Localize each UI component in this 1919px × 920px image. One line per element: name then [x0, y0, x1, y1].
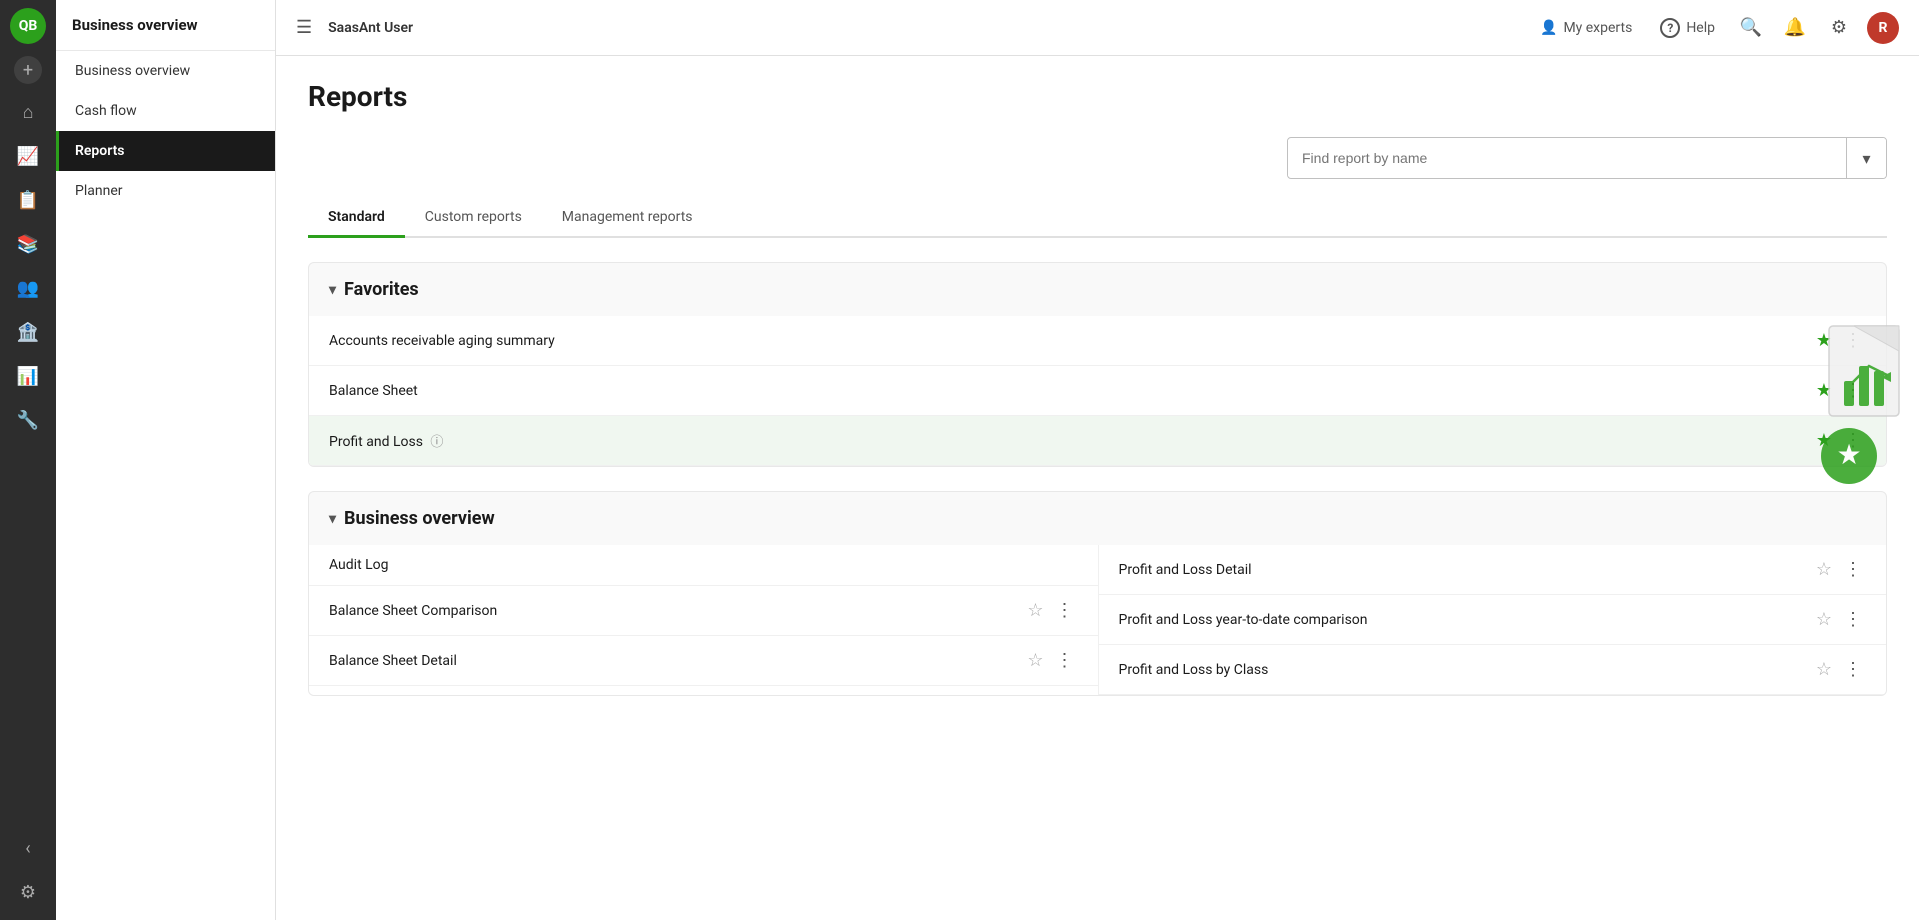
list-item[interactable]: Profit and Loss year-to-date comparison … — [1099, 595, 1887, 645]
tools-icon[interactable]: 🔧 — [8, 400, 48, 440]
star-empty-icon[interactable]: ☆ — [1816, 559, 1832, 580]
business-overview-header[interactable]: ▾ Business overview — [309, 492, 1886, 545]
more-options-icon[interactable]: ⋮ — [1840, 428, 1866, 453]
list-item[interactable]: Profit and Loss by Class ☆ ⋮ — [1099, 645, 1887, 695]
tab-standard[interactable]: Standard — [308, 199, 405, 238]
star-filled-icon[interactable]: ★ — [1816, 380, 1832, 401]
report-name: Profit and Loss by Class — [1119, 662, 1816, 678]
help-button[interactable]: ? Help — [1652, 14, 1723, 42]
chart-icon[interactable]: 📈 — [8, 136, 48, 176]
more-options-icon[interactable]: ⋮ — [1052, 598, 1078, 623]
icon-rail: QB + ⌂ 📈 📋 📚 👥 🏦 📊 🔧 ‹ ⚙ — [0, 0, 56, 920]
favorites-header[interactable]: ▾ Favorites — [309, 263, 1886, 316]
notification-icon[interactable]: 🔔 — [1779, 12, 1811, 44]
sidebar-item-reports[interactable]: Reports — [56, 131, 275, 171]
right-report-list: Profit and Loss Detail ☆ ⋮ Profit and Lo… — [1098, 545, 1887, 695]
report-name: Audit Log — [329, 557, 1078, 573]
sidebar: Business overview Business overview Cash… — [56, 0, 276, 920]
bank-icon[interactable]: 🏦 — [8, 312, 48, 352]
report-columns: Audit Log Balance Sheet Comparison ☆ ⋮ B… — [309, 545, 1886, 695]
menu-hamburger-icon[interactable]: ☰ — [296, 17, 312, 38]
settings-icon[interactable]: ⚙ — [8, 872, 48, 912]
report-name: Balance Sheet — [329, 383, 1816, 399]
report-name: Balance Sheet Detail — [329, 653, 1027, 669]
list-item[interactable]: Balance Sheet ★ ⋮ — [309, 366, 1886, 416]
my-experts-button[interactable]: 👤 My experts — [1532, 16, 1640, 40]
favorites-chevron-icon: ▾ — [329, 282, 336, 298]
book-icon[interactable]: 📚 — [8, 224, 48, 264]
sidebar-header: Business overview — [56, 0, 275, 51]
favorites-body: Accounts receivable aging summary ★ ⋮ Ba… — [309, 316, 1886, 466]
search-row: ▾ — [308, 137, 1887, 179]
report-name: Accounts receivable aging summary — [329, 333, 1816, 349]
collapse-icon[interactable]: ‹ — [8, 828, 48, 868]
list-item[interactable]: Audit Log — [309, 545, 1098, 586]
star-empty-icon[interactable]: ☆ — [1027, 600, 1043, 621]
info-icon[interactable]: ⓘ — [430, 435, 443, 450]
search-input[interactable] — [1288, 140, 1846, 176]
left-report-list: Audit Log Balance Sheet Comparison ☆ ⋮ B… — [309, 545, 1098, 695]
topbar: ☰ SaasAnt User 👤 My experts ? Help 🔍 🔔 ⚙… — [276, 0, 1919, 56]
report-name: Profit and Loss year-to-date comparison — [1119, 612, 1816, 628]
content-area: Reports ▾ Standard Custom reports Manage… — [276, 56, 1919, 920]
tabs: Standard Custom reports Management repor… — [308, 199, 1887, 238]
page-title: Reports — [308, 80, 1887, 113]
person-icon: 👤 — [1540, 20, 1557, 36]
star-empty-icon[interactable]: ☆ — [1816, 659, 1832, 680]
search-box: ▾ — [1287, 137, 1887, 179]
gear-settings-icon[interactable]: ⚙ — [1823, 12, 1855, 44]
report-name: Profit and Loss ⓘ — [329, 431, 1816, 450]
more-options-icon[interactable]: ⋮ — [1840, 557, 1866, 582]
business-overview-section: ▾ Business overview Audit Log Balance Sh… — [308, 491, 1887, 696]
sidebar-item-cash-flow[interactable]: Cash flow — [56, 91, 275, 131]
help-label: Help — [1686, 20, 1715, 36]
sidebar-item-business-overview[interactable]: Business overview — [56, 51, 275, 91]
star-empty-icon[interactable]: ☆ — [1027, 650, 1043, 671]
business-overview-body: Audit Log Balance Sheet Comparison ☆ ⋮ B… — [309, 545, 1886, 695]
list-item[interactable]: Balance Sheet Comparison ☆ ⋮ — [309, 586, 1098, 636]
business-overview-chevron-icon: ▾ — [329, 511, 336, 527]
qb-logo[interactable]: QB — [10, 8, 46, 44]
star-empty-icon[interactable]: ☆ — [1816, 609, 1832, 630]
list-item[interactable]: Balance Sheet Detail ☆ ⋮ — [309, 636, 1098, 686]
reports-icon[interactable]: 📊 — [8, 356, 48, 396]
topbar-username: SaasAnt User — [328, 20, 413, 36]
payroll-icon[interactable]: 👥 — [8, 268, 48, 308]
help-circle-icon: ? — [1660, 18, 1680, 38]
more-options-icon[interactable]: ⋮ — [1840, 657, 1866, 682]
search-icon[interactable]: 🔍 — [1735, 12, 1767, 44]
star-filled-icon[interactable]: ★ — [1816, 430, 1832, 451]
report-name: Balance Sheet Comparison — [329, 603, 1027, 619]
main-area: ☰ SaasAnt User 👤 My experts ? Help 🔍 🔔 ⚙… — [276, 0, 1919, 920]
list-item[interactable]: Accounts receivable aging summary ★ ⋮ — [309, 316, 1886, 366]
invoice-icon[interactable]: 📋 — [8, 180, 48, 220]
tab-custom-reports[interactable]: Custom reports — [405, 199, 542, 238]
business-overview-title: Business overview — [344, 508, 495, 529]
list-item[interactable]: Profit and Loss ⓘ ★ ⋮ — [309, 416, 1886, 466]
sidebar-item-planner[interactable]: Planner — [56, 171, 275, 211]
report-name: Profit and Loss Detail — [1119, 562, 1816, 578]
my-experts-label: My experts — [1563, 20, 1632, 36]
more-options-icon[interactable]: ⋮ — [1840, 607, 1866, 632]
star-filled-icon[interactable]: ★ — [1816, 330, 1832, 351]
favorites-section: ▾ Favorites Accounts receivable aging su… — [308, 262, 1887, 467]
favorites-title: Favorites — [344, 279, 419, 300]
more-options-icon[interactable]: ⋮ — [1840, 328, 1866, 353]
list-item[interactable]: Profit and Loss Detail ☆ ⋮ — [1099, 545, 1887, 595]
home-icon[interactable]: ⌂ — [8, 92, 48, 132]
tab-management-reports[interactable]: Management reports — [542, 199, 713, 238]
avatar[interactable]: R — [1867, 12, 1899, 44]
more-options-icon[interactable]: ⋮ — [1840, 378, 1866, 403]
more-options-icon[interactable]: ⋮ — [1052, 648, 1078, 673]
add-button[interactable]: + — [14, 56, 42, 84]
search-dropdown-button[interactable]: ▾ — [1846, 138, 1886, 178]
